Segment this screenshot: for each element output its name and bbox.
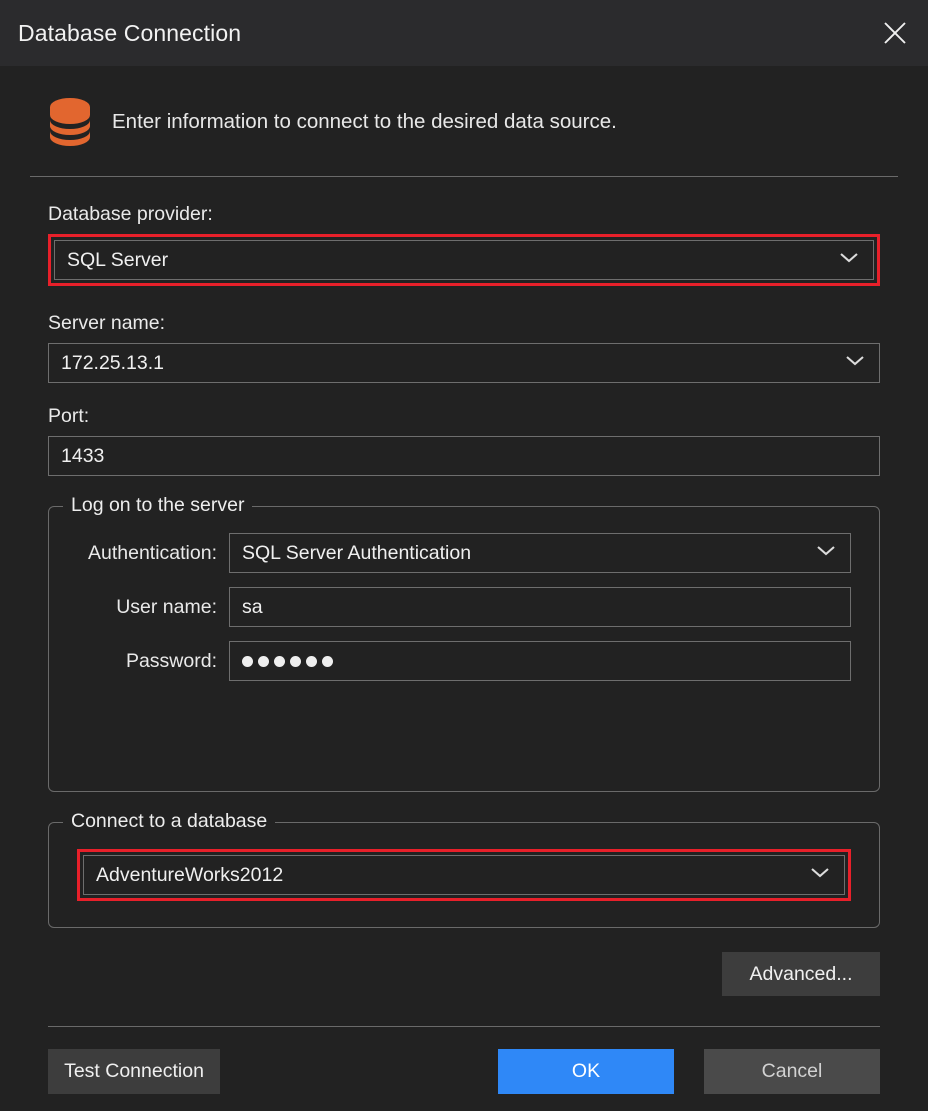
database-icon [48,96,92,148]
ok-button[interactable]: OK [498,1049,674,1094]
password-dot [258,655,269,667]
logon-group-spacer [77,695,851,765]
database-highlight: AdventureWorks2012 [77,849,851,901]
port-label: Port: [48,405,90,427]
provider-label: Database provider: [48,203,213,225]
database-connection-dialog: Database Connection Enter information to… [0,0,928,1111]
server-name-combobox[interactable]: 172.25.13.1 [48,343,880,383]
port-input[interactable]: 1433 [48,436,880,476]
header-caption: Enter information to connect to the desi… [112,110,617,133]
chevron-down-icon [845,354,865,372]
username-row: User name: sa [77,587,851,627]
test-connection-button[interactable]: Test Connection [48,1049,220,1094]
database-value: AdventureWorks2012 [96,863,284,886]
logon-group: Log on to the server Authentication: SQL… [48,494,880,792]
password-dot [290,655,301,667]
header-row: Enter information to connect to the desi… [30,66,898,148]
password-row: Password: [77,641,851,681]
authentication-value: SQL Server Authentication [242,541,472,564]
username-label: User name: [116,595,217,618]
database-combobox[interactable]: AdventureWorks2012 [83,855,845,895]
advanced-button[interactable]: Advanced... [722,952,880,996]
username-value: sa [242,595,263,618]
password-dot [322,655,333,667]
chevron-down-icon [816,544,836,562]
database-group: Connect to a database AdventureWorks2012 [48,810,880,928]
window-title: Database Connection [18,19,242,46]
header-divider [30,176,898,177]
close-icon [882,20,908,46]
dialog-body: Enter information to connect to the desi… [0,66,928,1111]
footer-buttons: Test Connection OK Cancel [30,1027,898,1094]
connection-form: Database provider: SQL Server Server nam… [30,203,898,928]
authentication-row: Authentication: SQL Server Authenticatio… [77,533,851,573]
provider-combobox[interactable]: SQL Server [54,240,874,280]
cancel-button[interactable]: Cancel [704,1049,880,1094]
password-label: Password: [125,649,217,672]
username-input[interactable]: sa [229,587,851,627]
chevron-down-icon [810,866,830,884]
database-group-legend: Connect to a database [63,810,276,833]
server-name-label: Server name: [48,312,166,334]
password-input[interactable] [229,641,851,681]
password-dot [242,655,253,667]
logon-group-legend: Log on to the server [63,494,253,517]
password-dot [306,655,317,667]
provider-highlight: SQL Server [48,234,880,286]
server-name-value: 172.25.13.1 [61,351,165,374]
title-bar: Database Connection [0,0,928,66]
authentication-combobox[interactable]: SQL Server Authentication [229,533,851,573]
advanced-row: Advanced... [30,928,898,996]
chevron-down-icon [839,251,859,269]
provider-value: SQL Server [67,248,169,271]
password-dot [274,655,285,667]
port-value: 1433 [61,444,105,467]
password-mask [242,655,333,667]
authentication-label: Authentication: [87,541,217,564]
close-button[interactable] [862,0,928,66]
